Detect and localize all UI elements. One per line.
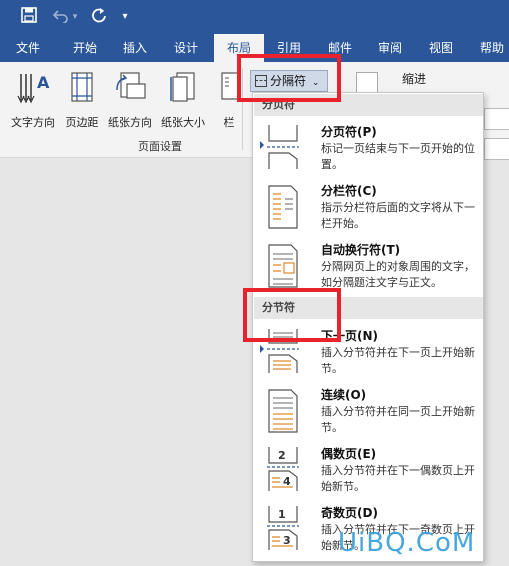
indent-label: 缩进: [402, 72, 427, 86]
redo-icon[interactable]: [88, 7, 110, 27]
page-break-desc: 标记一页结束与下一页开始的位置。: [321, 142, 475, 171]
continuous-icon: [268, 389, 298, 433]
continuous-desc: 插入分节符并在同一页上开始新节。: [321, 405, 475, 434]
watermark: UiBQ.CoM: [338, 528, 476, 558]
margins-icon: [71, 72, 93, 102]
odd-page-name: 奇数页(D): [321, 506, 378, 520]
page-break-icon: [267, 125, 299, 169]
menu-item-page-break[interactable]: 分页符(P) 标记一页结束与下一页开始的位置。: [253, 123, 483, 181]
menu-item-even-page[interactable]: 2 4 偶数页(E) 插入分节符并在下一偶数页上开始新节。: [253, 445, 483, 503]
text-direction-icon: A: [17, 73, 50, 104]
menu-item-column-break[interactable]: 分栏符(C) 指示分栏符后面的文字将从下一栏开始。: [253, 182, 483, 240]
tab-view[interactable]: 视图: [416, 34, 466, 62]
column-break-icon: [268, 185, 298, 229]
orientation-icon: [116, 72, 146, 99]
svg-text:2: 2: [278, 449, 286, 462]
customize-toolbar-icon[interactable]: ▾: [118, 7, 132, 27]
column-break-name: 分栏符(C): [321, 184, 377, 198]
save-icon[interactable]: [18, 7, 40, 27]
breaks-button-highlight: [237, 54, 341, 102]
text-direction-label: 文字方向: [11, 116, 55, 129]
title-bar: ▾ ▾: [0, 0, 509, 34]
tab-insert[interactable]: 插入: [112, 34, 158, 62]
undo-icon[interactable]: [50, 7, 72, 27]
orientation-label: 纸张方向: [108, 116, 152, 129]
svg-text:3: 3: [283, 534, 291, 547]
tab-review[interactable]: 审阅: [366, 34, 414, 62]
tab-design[interactable]: 设计: [162, 34, 210, 62]
orientation-button[interactable]: 纸张方向: [104, 68, 156, 130]
size-label: 纸张大小: [161, 116, 205, 129]
undo-dropdown-icon[interactable]: ▾: [70, 7, 80, 27]
even-page-name: 偶数页(E): [321, 447, 377, 461]
indent-right-field[interactable]: [484, 138, 509, 160]
tab-file[interactable]: 文件: [6, 34, 50, 62]
text-wrapping-break-desc: 分隔网页上的对象周围的文字，如分隔题注文字与正文。: [321, 260, 475, 289]
column-break-desc: 指示分栏符后面的文字将从下一栏开始。: [321, 201, 475, 230]
menu-item-continuous[interactable]: 连续(O) 插入分节符并在同一页上开始新节。: [253, 386, 483, 444]
odd-page-icon: 1 3: [267, 506, 299, 550]
page-break-name: 分页符(P): [321, 125, 377, 139]
indent-left-field[interactable]: [484, 108, 509, 130]
size-icon: [170, 72, 195, 102]
text-direction-button[interactable]: A 文字方向: [8, 68, 58, 130]
section-breaks-highlight: [243, 288, 341, 342]
svg-text:A: A: [37, 73, 50, 92]
margins-button[interactable]: 页边距: [62, 68, 102, 130]
size-button[interactable]: 纸张大小: [158, 68, 208, 130]
svg-text:1: 1: [278, 508, 286, 521]
text-wrapping-break-icon: [268, 244, 298, 288]
svg-text:4: 4: [283, 475, 291, 488]
word-window: ▾ ▾ 文件 开始 插入 设计 布局 引用 邮件 审阅 视图 帮助 A 文字方向: [0, 0, 509, 566]
next-page-desc: 插入分节符并在下一页上开始新节。: [321, 346, 475, 375]
even-page-desc: 插入分节符并在下一偶数页上开始新节。: [321, 464, 475, 493]
tab-home[interactable]: 开始: [60, 34, 110, 62]
margins-label: 页边距: [65, 116, 99, 129]
columns-icon: [221, 72, 239, 100]
columns-label: 栏: [223, 116, 235, 129]
even-page-icon: 2 4: [267, 447, 299, 491]
continuous-name: 连续(O): [321, 388, 367, 402]
tab-help[interactable]: 帮助: [470, 34, 509, 62]
page-setup-group-label: 页面设置: [138, 140, 182, 153]
text-wrapping-break-name: 自动换行符(T): [321, 243, 401, 257]
